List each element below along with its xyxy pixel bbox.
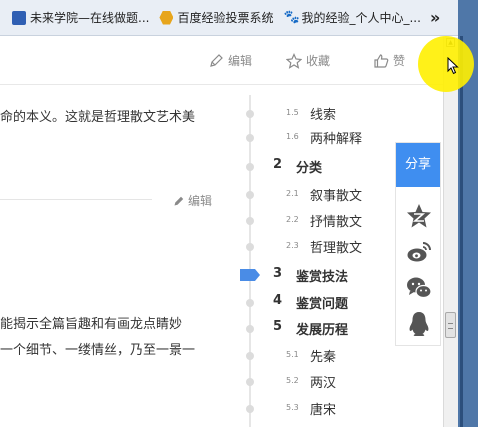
toc-item-number: 5.3 [286,403,299,412]
toc-item[interactable]: 1.6 两种解释 [0,128,380,148]
toc-item[interactable]: 1.5 线索 [0,104,380,124]
toc-item[interactable]: 5.3 唐宋 [0,399,380,419]
toc-item-number: 1.6 [286,132,299,141]
toc-item-number: 2 [273,157,283,172]
toc-item-label: 叙事散文 [310,189,363,204]
toc-item-number: 5.2 [286,376,299,385]
bookmark-label: 百度经验投票系统 [177,11,274,25]
toc-dot [246,134,254,142]
toc-item-label: 抒情散文 [310,215,363,230]
toc-item-number: 2.3 [286,241,299,250]
toc-item-number: 1.5 [286,108,299,117]
toc-item-label: 唐宋 [310,403,337,418]
toc-item-label: 鉴赏问题 [296,297,349,312]
bookmark-vote-system[interactable]: 百度经验投票系统 [159,9,273,26]
site-icon [12,10,26,25]
toc-dot [246,352,254,360]
baidu-paw-icon: 🐾 [283,9,300,25]
bookmarks-bar: 未来学院—在线做题... 百度经验投票系统 🐾 我的经验_个人中心_... » [0,0,458,36]
current-section-marker-icon [240,269,260,281]
toc-dot [246,110,254,118]
toc-item[interactable]: 5 发展历程 [0,319,380,339]
toc-item-label: 两汉 [310,376,337,391]
toc-item[interactable]: 5.2 两汉 [0,372,380,392]
toc-item-label: 分类 [296,161,323,176]
weibo-icon[interactable] [406,239,432,265]
toc-dot [246,378,254,386]
toc-item-label: 两种解释 [310,132,363,147]
toc-item-number: 5 [273,319,283,334]
toc-item-label: 发展历程 [296,323,349,338]
toc-item-number: 4 [273,293,283,308]
edit-label: 编辑 [228,54,253,68]
toc-item-label: 鉴赏技法 [296,270,349,285]
toc-item-number: 2.2 [286,215,299,224]
like-button[interactable]: 赞 [373,52,405,69]
toc-item-number: 2.1 [286,189,299,198]
bookmarks-more-button[interactable]: » [430,8,440,27]
toc-dot [246,405,254,413]
mouse-cursor-icon [447,57,459,75]
bookmark-weilai[interactable]: 未来学院—在线做题... [12,9,149,26]
toc-dot [246,191,254,199]
share-title: 分享 [396,143,440,187]
toc-dot [246,163,254,171]
favorite-button[interactable]: 收藏 [286,52,330,69]
cursor-highlight [418,36,474,92]
scrollbar-thumb[interactable] [445,312,456,338]
bookmark-my-jingyan[interactable]: 🐾 我的经验_个人中心_... [283,9,420,26]
thumbs-up-icon [374,53,389,68]
toc-item[interactable]: 2.3 哲理散文 [0,237,380,257]
toc-item-label: 线索 [310,108,337,123]
hexagon-icon [159,10,174,25]
toc-item[interactable]: 3 鉴赏技法 [0,266,380,286]
qq-penguin-icon[interactable] [406,311,432,337]
toc-item[interactable]: 4 鉴赏问题 [0,293,380,313]
pencil-icon [210,53,223,67]
bookmark-label: 未来学院—在线做题... [30,11,150,25]
wechat-icon[interactable] [406,275,432,301]
toc-item[interactable]: 2.1 叙事散文 [0,185,380,205]
favorite-label: 收藏 [306,54,331,68]
toc-item[interactable]: 2.2 抒情散文 [0,211,380,231]
toc-dot [246,243,254,251]
bookmark-label: 我的经验_个人中心_... [301,11,421,25]
toc-item-number: 3 [273,266,283,281]
toc-item-label: 先秦 [310,350,337,365]
article-toolbar: 编辑 收藏 赞 [0,37,458,85]
toc-item-number: 5.1 [286,350,299,359]
page-scrollbar[interactable] [443,37,458,427]
star-icon [286,52,302,69]
toc-dot [246,299,254,307]
toc-item-label: 哲理散文 [310,241,363,256]
qzone-star-icon[interactable] [406,203,432,229]
toc-dot [246,325,254,333]
share-panel: 分享 [395,142,441,346]
like-label: 赞 [393,54,406,68]
toc-dot [246,217,254,225]
toc-item[interactable]: 2 分类 [0,157,380,177]
edit-button[interactable]: 编辑 [208,52,252,69]
toc-item[interactable]: 5.1 先秦 [0,346,380,366]
